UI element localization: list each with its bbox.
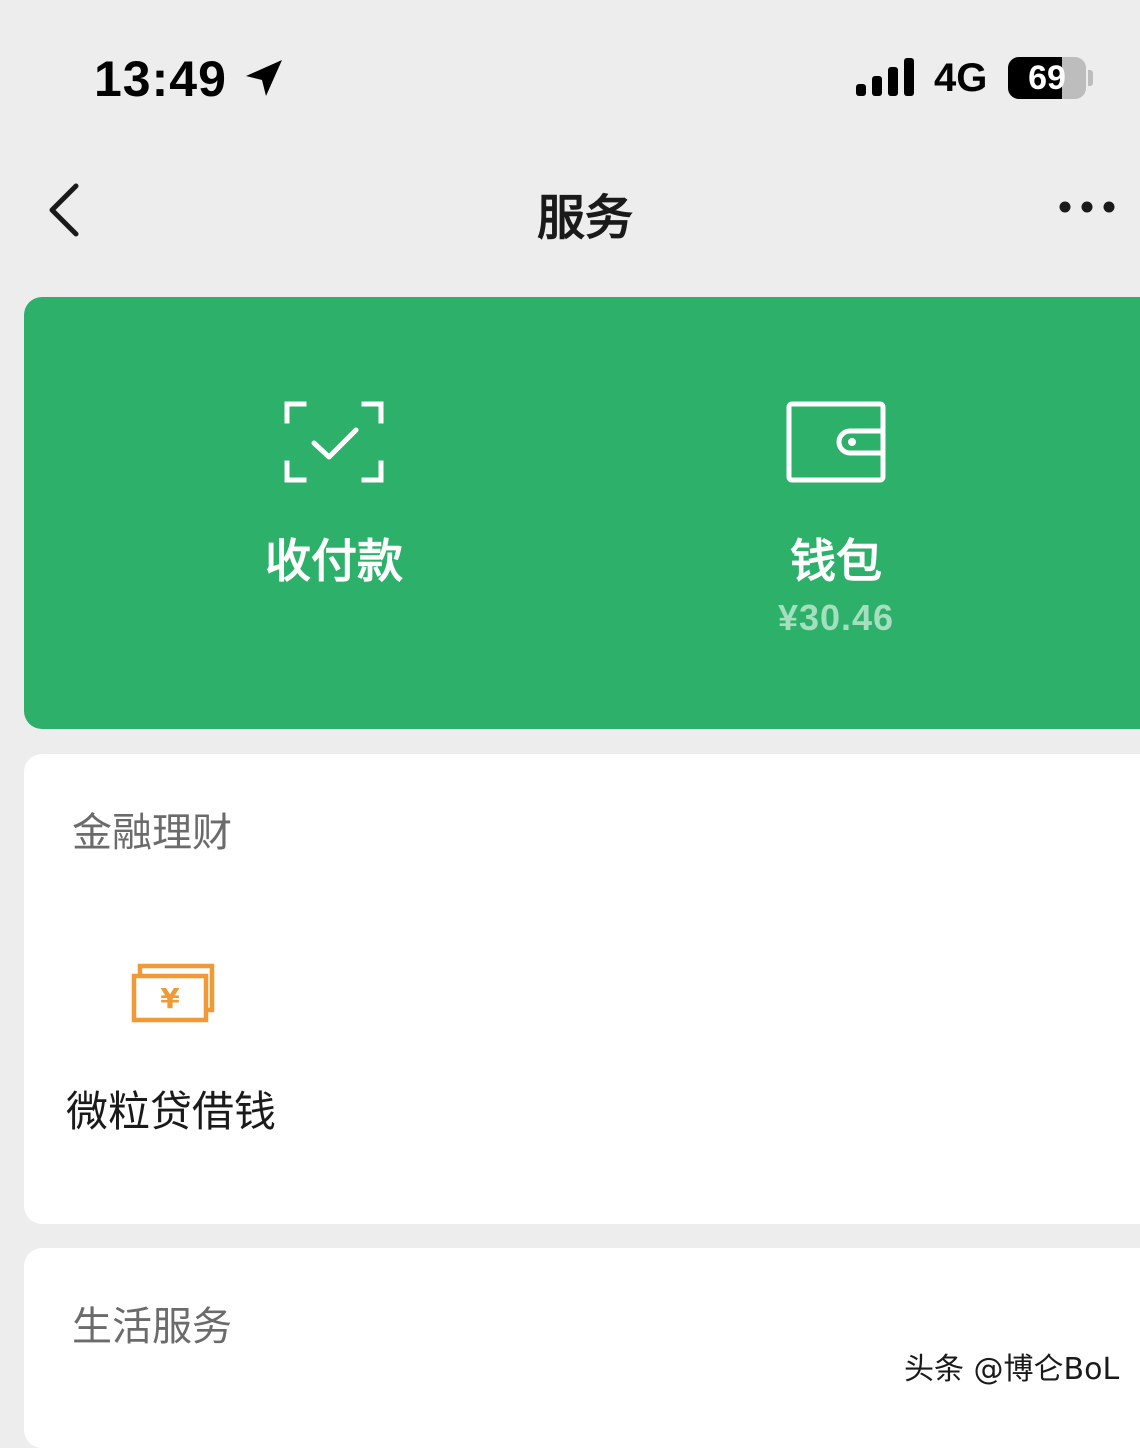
nav-bar: 服务 bbox=[0, 150, 1140, 270]
wallet-balance: ¥30.46 bbox=[777, 597, 895, 638]
battery-indicator: 69 bbox=[1008, 57, 1086, 99]
cellular-signal-icon bbox=[856, 58, 914, 96]
wallet-button[interactable]: 钱包 ¥30.46 bbox=[636, 297, 1036, 729]
pay-receive-button[interactable]: 收付款 bbox=[134, 297, 534, 729]
page-title: 服务 bbox=[536, 190, 633, 246]
wallet-label: 钱包 bbox=[790, 534, 882, 588]
network-type: 4G bbox=[934, 56, 988, 100]
pay-wallet-card: 收付款 钱包 ¥30.46 bbox=[24, 297, 1140, 729]
section-title-finance: 金融理财 bbox=[72, 810, 232, 856]
scan-check-icon bbox=[284, 401, 384, 483]
weilidai-loan-label: 微粒贷借钱 bbox=[66, 1087, 277, 1136]
location-arrow-icon bbox=[246, 60, 282, 96]
status-bar: 13:49 4G 69 bbox=[0, 0, 1140, 150]
more-dots-icon[interactable] bbox=[1056, 190, 1118, 224]
wallet-icon bbox=[786, 401, 886, 483]
svg-text:¥: ¥ bbox=[160, 982, 180, 1015]
cash-yuan-icon: ¥ bbox=[131, 963, 215, 1023]
weilidai-loan-button[interactable]: ¥ 微粒贷借钱 bbox=[52, 954, 292, 1144]
status-time: 13:49 bbox=[94, 51, 227, 107]
finance-section: 金融理财 ¥ 微粒贷借钱 bbox=[24, 754, 1140, 1224]
battery-percent: 69 bbox=[1028, 59, 1066, 97]
battery-cap bbox=[1088, 70, 1093, 86]
watermark: 头条 @博仑BoL bbox=[904, 1352, 1120, 1387]
pay-receive-label: 收付款 bbox=[265, 534, 403, 588]
section-title-life: 生活服务 bbox=[72, 1304, 232, 1350]
